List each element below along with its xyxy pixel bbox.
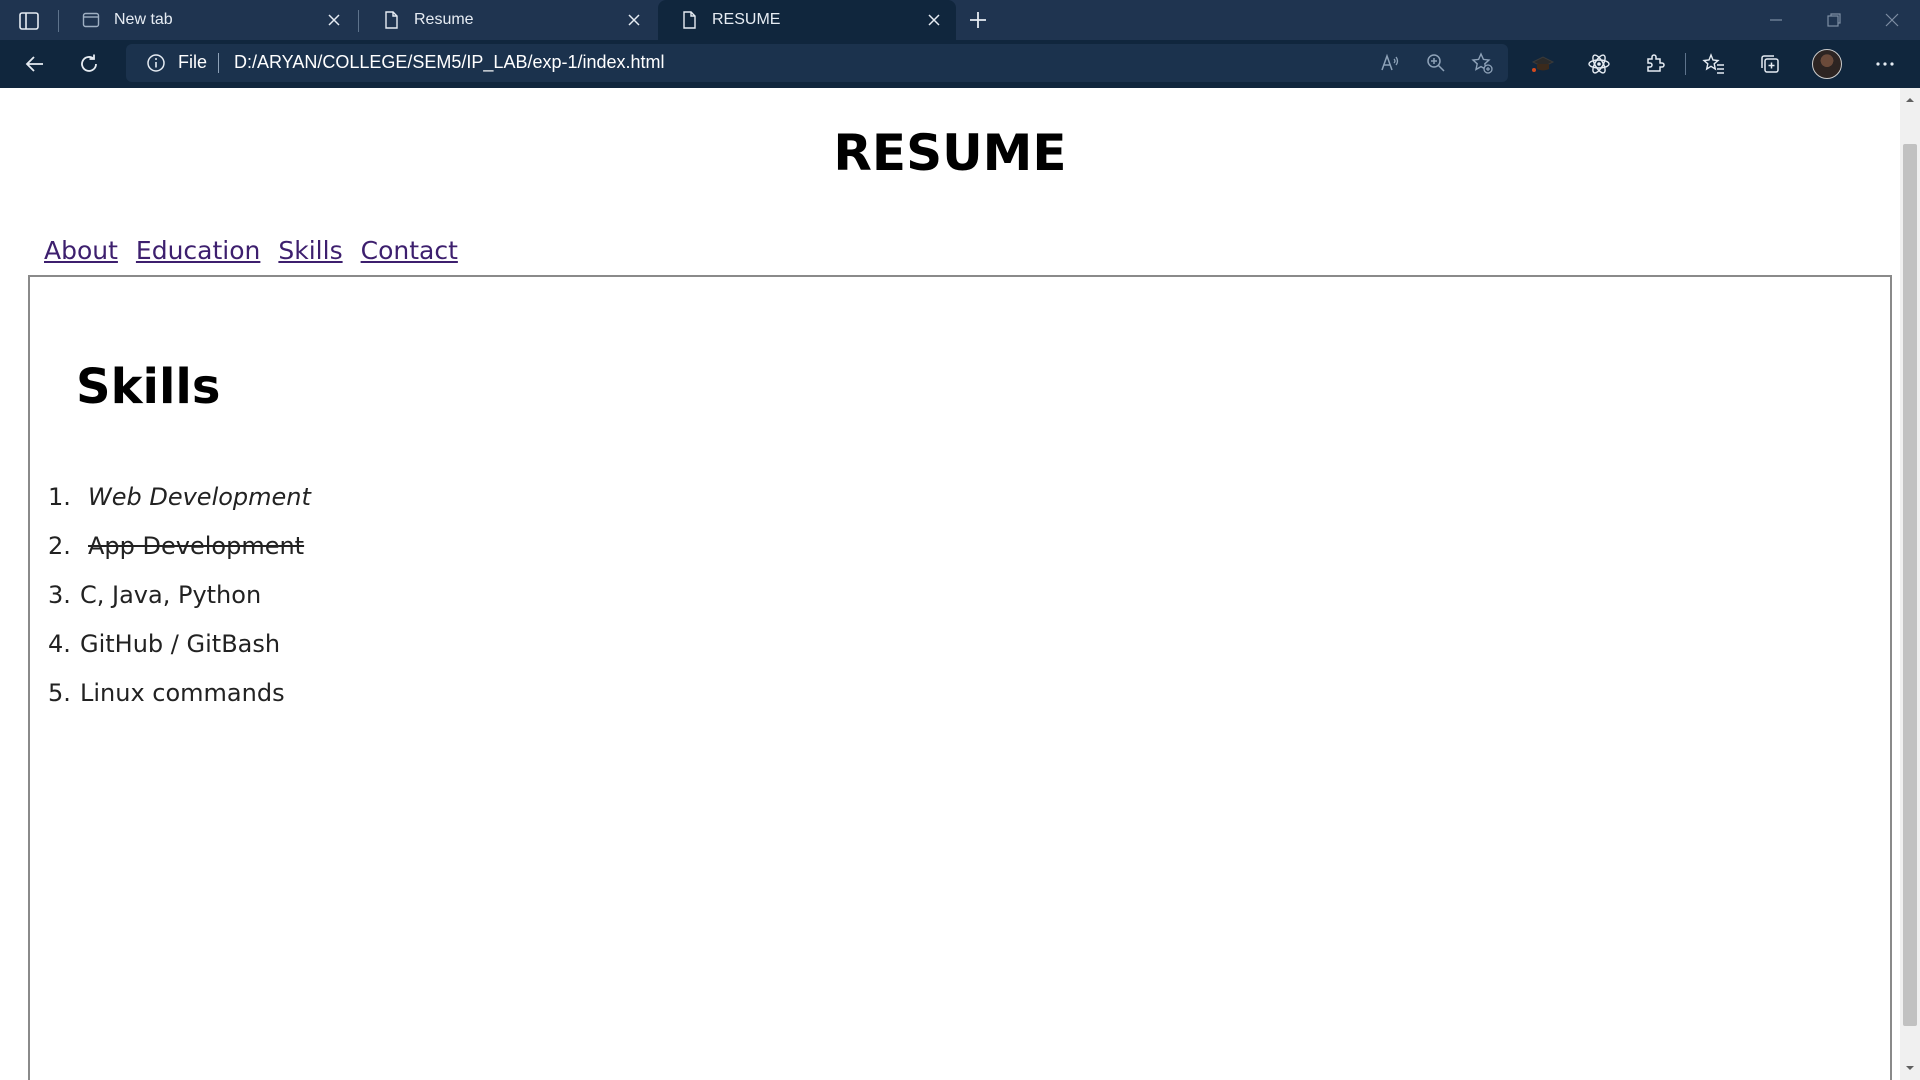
page-content: RESUME About Education Skills Contact Skill… bbox=[0, 88, 1900, 1080]
close-icon[interactable] bbox=[924, 10, 944, 30]
close-window-icon[interactable] bbox=[1880, 8, 1904, 32]
list-number: 1. bbox=[48, 483, 71, 511]
skill-text: Web Development bbox=[88, 483, 311, 511]
tab-label: New tab bbox=[114, 11, 173, 28]
list-number: 2. bbox=[48, 532, 71, 560]
extensions-puzzle-icon[interactable] bbox=[1641, 51, 1667, 77]
section-title: Skills bbox=[76, 359, 221, 415]
refresh-icon[interactable] bbox=[76, 51, 102, 77]
skill-text: App Development bbox=[88, 532, 305, 560]
scroll-down-arrow-icon[interactable] bbox=[1904, 1062, 1916, 1074]
collections-icon[interactable] bbox=[1757, 51, 1783, 77]
tab-label: RESUME bbox=[712, 11, 781, 28]
address-bar[interactable]: File D:/ARYAN/COLLEGE/SEM5/IP_LAB/exp-1/… bbox=[126, 44, 1508, 82]
restore-icon[interactable] bbox=[1822, 8, 1846, 32]
tab-resume[interactable]: Resume bbox=[360, 0, 656, 40]
list-item: 4. GitHub / GitBash bbox=[48, 620, 311, 669]
sidebar-toggle-icon[interactable] bbox=[18, 10, 40, 32]
toolbar-separator bbox=[1685, 53, 1686, 75]
list-number: 4. bbox=[48, 630, 71, 658]
close-icon[interactable] bbox=[624, 10, 644, 30]
back-arrow-icon[interactable] bbox=[22, 51, 48, 77]
extension-hat-icon[interactable] bbox=[1530, 51, 1556, 77]
browser-toolbar: File D:/ARYAN/COLLEGE/SEM5/IP_LAB/exp-1/… bbox=[0, 40, 1920, 88]
list-item: 5. Linux commands bbox=[48, 669, 311, 718]
list-number: 3. bbox=[48, 581, 71, 609]
url-text[interactable]: D:/ARYAN/COLLEGE/SEM5/IP_LAB/exp-1/index… bbox=[234, 52, 665, 73]
file-icon bbox=[382, 11, 400, 29]
tab-label: Resume bbox=[414, 11, 474, 28]
list-item: 2. App Development bbox=[48, 522, 311, 571]
nav-link-about[interactable]: About bbox=[44, 236, 118, 265]
info-icon[interactable] bbox=[146, 53, 166, 73]
new-tab-plus-icon[interactable] bbox=[966, 8, 990, 32]
nav-link-skills[interactable]: Skills bbox=[278, 236, 342, 265]
content-frame: Skills 1. Web Development 2. App Developme… bbox=[28, 275, 1892, 1080]
favorites-icon[interactable] bbox=[1701, 51, 1727, 77]
scroll-up-arrow-icon[interactable] bbox=[1904, 94, 1916, 106]
skill-text: GitHub / GitBash bbox=[80, 630, 281, 658]
profile-avatar[interactable] bbox=[1812, 49, 1842, 79]
scrollbar-thumb[interactable] bbox=[1903, 144, 1917, 1026]
site-nav: About Education Skills Contact bbox=[44, 236, 476, 265]
more-menu-icon[interactable] bbox=[1872, 51, 1898, 77]
list-item: 1. Web Development bbox=[48, 473, 311, 522]
page-title: RESUME bbox=[833, 124, 1067, 182]
read-aloud-icon[interactable] bbox=[1378, 51, 1402, 75]
newtab-page-icon bbox=[82, 11, 100, 29]
tab-resume-active[interactable]: RESUME bbox=[658, 0, 956, 40]
tab-bar: New tab Resume RESUME bbox=[0, 0, 1920, 40]
nav-link-education[interactable]: Education bbox=[136, 236, 260, 265]
tab-separator bbox=[358, 10, 359, 32]
zoom-icon[interactable] bbox=[1424, 51, 1448, 75]
nav-link-contact[interactable]: Contact bbox=[361, 236, 458, 265]
file-icon bbox=[680, 11, 698, 29]
tab-new-tab[interactable]: New tab bbox=[60, 0, 356, 40]
tab-separator bbox=[58, 10, 59, 32]
skill-text: C, Java, Python bbox=[80, 581, 262, 609]
address-separator bbox=[218, 53, 219, 73]
skill-text: Linux commands bbox=[80, 679, 285, 707]
add-favorite-icon[interactable] bbox=[1470, 51, 1494, 75]
list-item: 3. C, Java, Python bbox=[48, 571, 311, 620]
minimize-icon[interactable] bbox=[1764, 8, 1788, 32]
close-icon[interactable] bbox=[324, 10, 344, 30]
react-devtools-icon[interactable] bbox=[1586, 51, 1612, 77]
list-number: 5. bbox=[48, 679, 71, 707]
scheme-label: File bbox=[178, 52, 208, 72]
skills-list: 1. Web Development 2. App Development 3. C,… bbox=[48, 473, 311, 718]
